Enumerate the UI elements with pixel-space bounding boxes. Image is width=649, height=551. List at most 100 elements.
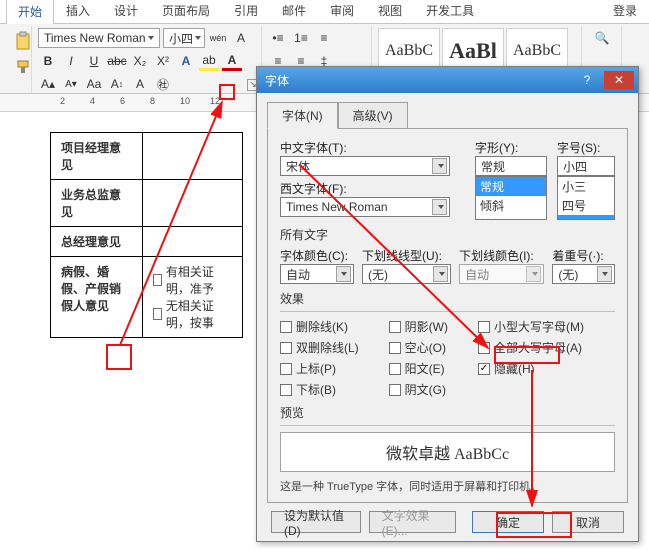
size-listbox[interactable]: 小三 四号 小四 xyxy=(557,176,615,220)
checkbox-icon xyxy=(280,384,292,396)
font-color-button[interactable]: A xyxy=(222,51,242,71)
font-size-combo[interactable]: 小四 xyxy=(163,28,205,48)
all-text-label: 所有文字 xyxy=(280,226,615,243)
chk-label: 删除线(K) xyxy=(296,318,348,335)
highlight-button[interactable]: ab xyxy=(199,51,219,71)
login-link[interactable]: 登录 xyxy=(601,0,649,23)
text-effects-button[interactable]: 文字效果(E)... xyxy=(369,511,456,533)
chk-emboss[interactable]: 阳文(E) xyxy=(389,360,448,377)
bold-button[interactable]: B xyxy=(38,51,58,71)
color-combo[interactable]: 自动 xyxy=(280,264,354,284)
cell-value[interactable] xyxy=(143,227,243,257)
underline-color-label: 下划线颜色(I): xyxy=(459,247,544,264)
help-button[interactable]: ? xyxy=(572,71,602,89)
cn-font-combo[interactable]: 宋体 xyxy=(280,156,450,176)
style-option[interactable]: 加粗 xyxy=(476,215,546,220)
style-listbox[interactable]: 常规 倾斜 加粗 xyxy=(475,176,547,220)
subscript-button[interactable]: X₂ xyxy=(130,51,150,71)
cell-label[interactable]: 业务总监意见 xyxy=(51,180,143,227)
tab-mail[interactable]: 邮件 xyxy=(270,0,318,23)
font-name-combo[interactable]: Times New Roman xyxy=(38,28,160,48)
tab-font-n[interactable]: 字体(N) xyxy=(267,102,338,129)
style-input[interactable]: 常规 xyxy=(475,156,547,176)
cell-check-label: 无相关证明，按事 xyxy=(166,297,232,331)
emphasis-combo[interactable]: (无) xyxy=(552,264,615,284)
tab-insert[interactable]: 插入 xyxy=(54,0,102,23)
text-effects-button[interactable]: A xyxy=(176,51,196,71)
chk-engrave[interactable]: 阴文(G) xyxy=(389,381,448,398)
table-row[interactable]: 总经理意见 xyxy=(51,227,243,257)
shrink-font-button[interactable]: A▾ xyxy=(61,74,81,94)
chk-superscript[interactable]: 上标(P) xyxy=(280,360,359,377)
underline-color-value: 自动 xyxy=(465,266,489,283)
table-row[interactable]: 业务总监意见 xyxy=(51,180,243,227)
tab-home[interactable]: 开始 xyxy=(6,0,54,24)
char-border-button[interactable]: A xyxy=(231,28,251,48)
multilevel-button[interactable]: ≡ xyxy=(314,28,334,48)
chk-hidden[interactable]: 隐藏(H) xyxy=(478,360,584,377)
tab-layout[interactable]: 页面布局 xyxy=(150,0,222,23)
table-row[interactable]: 项目经理意见 xyxy=(51,133,243,180)
phonetic-guide-button[interactable]: wén xyxy=(208,28,228,48)
size-option[interactable]: 四号 xyxy=(558,196,614,215)
style-sample-text: AaBl xyxy=(449,38,497,64)
chk-small-caps[interactable]: 小型大写字母(M) xyxy=(478,318,584,335)
chk-double-strike[interactable]: 双删除线(L) xyxy=(280,339,359,356)
size-option[interactable]: 小三 xyxy=(558,177,614,196)
numbering-button[interactable]: 1≡ xyxy=(291,28,311,48)
dialog-footer: 设为默认值(D) 文字效果(E)... 确定 取消 xyxy=(257,511,638,543)
char-shading-button[interactable]: A xyxy=(130,74,150,94)
cell-label[interactable]: 病假、婚假、产假销假人意见 xyxy=(51,257,143,338)
underline-button[interactable]: U xyxy=(84,51,104,71)
table-row[interactable]: 病假、婚假、产假销假人意见 有相关证明，准予 无相关证明，按事 xyxy=(51,257,243,338)
italic-button[interactable]: I xyxy=(61,51,81,71)
cell-value[interactable] xyxy=(143,180,243,227)
size-option[interactable]: 小四 xyxy=(558,215,614,220)
tab-advanced-v[interactable]: 高级(V) xyxy=(338,102,408,129)
checkbox-icon[interactable] xyxy=(153,274,162,286)
chk-strike[interactable]: 删除线(K) xyxy=(280,318,359,335)
en-font-label: 西文字体(F): xyxy=(280,180,465,197)
style-option[interactable]: 倾斜 xyxy=(476,196,546,215)
checkbox-icon xyxy=(389,342,401,354)
underline-color-combo[interactable]: 自动 xyxy=(459,264,544,284)
superscript-button[interactable]: X² xyxy=(153,51,173,71)
chk-label: 下标(B) xyxy=(296,381,336,398)
cell-value[interactable]: 有相关证明，准予 无相关证明，按事 xyxy=(143,257,243,338)
dialog-title: 字体 xyxy=(265,72,289,89)
chk-all-caps[interactable]: 全部大写字母(A) xyxy=(478,339,584,356)
set-default-button[interactable]: 设为默认值(D) xyxy=(271,511,361,533)
enclose-char-button[interactable]: ㊓ xyxy=(153,74,173,94)
tab-references[interactable]: 引用 xyxy=(222,0,270,23)
preview-note: 这是一种 TrueType 字体，同时适用于屏幕和打印机。 xyxy=(280,478,615,494)
cell-label[interactable]: 项目经理意见 xyxy=(51,133,143,180)
find-button[interactable]: 🔍 xyxy=(588,28,616,48)
cell-value[interactable] xyxy=(143,133,243,180)
cancel-button[interactable]: 取消 xyxy=(552,511,624,533)
close-button[interactable]: ✕ xyxy=(604,71,634,89)
tab-view[interactable]: 视图 xyxy=(366,0,414,23)
tab-developer[interactable]: 开发工具 xyxy=(414,0,486,23)
dialog-titlebar[interactable]: 字体 ? ✕ xyxy=(257,67,638,93)
size-label: 字号(S): xyxy=(557,139,615,156)
chk-outline[interactable]: 空心(O) xyxy=(389,339,448,356)
change-case-button[interactable]: A↕ xyxy=(107,74,127,94)
cell-label[interactable]: 总经理意见 xyxy=(51,227,143,257)
en-font-combo[interactable]: Times New Roman xyxy=(280,197,450,217)
checkbox-icon[interactable] xyxy=(153,308,162,320)
strike-button[interactable]: abc xyxy=(107,51,127,71)
size-input[interactable]: 小四 xyxy=(557,156,615,176)
underline-style-combo[interactable]: (无) xyxy=(362,264,451,284)
tab-review[interactable]: 审阅 xyxy=(318,0,366,23)
clear-format-button[interactable]: Aa xyxy=(84,74,104,94)
chevron-down-icon xyxy=(148,36,154,40)
grow-font-button[interactable]: A▴ xyxy=(38,74,58,94)
style-option[interactable]: 常规 xyxy=(476,177,546,196)
preview-box: 微软卓越 AaBbCc xyxy=(280,432,615,472)
tab-design[interactable]: 设计 xyxy=(102,0,150,23)
chk-subscript[interactable]: 下标(B) xyxy=(280,381,359,398)
color-value: 自动 xyxy=(286,266,310,283)
chk-shadow[interactable]: 阴影(W) xyxy=(389,318,448,335)
ok-button[interactable]: 确定 xyxy=(472,511,544,533)
bullets-button[interactable]: •≡ xyxy=(268,28,288,48)
